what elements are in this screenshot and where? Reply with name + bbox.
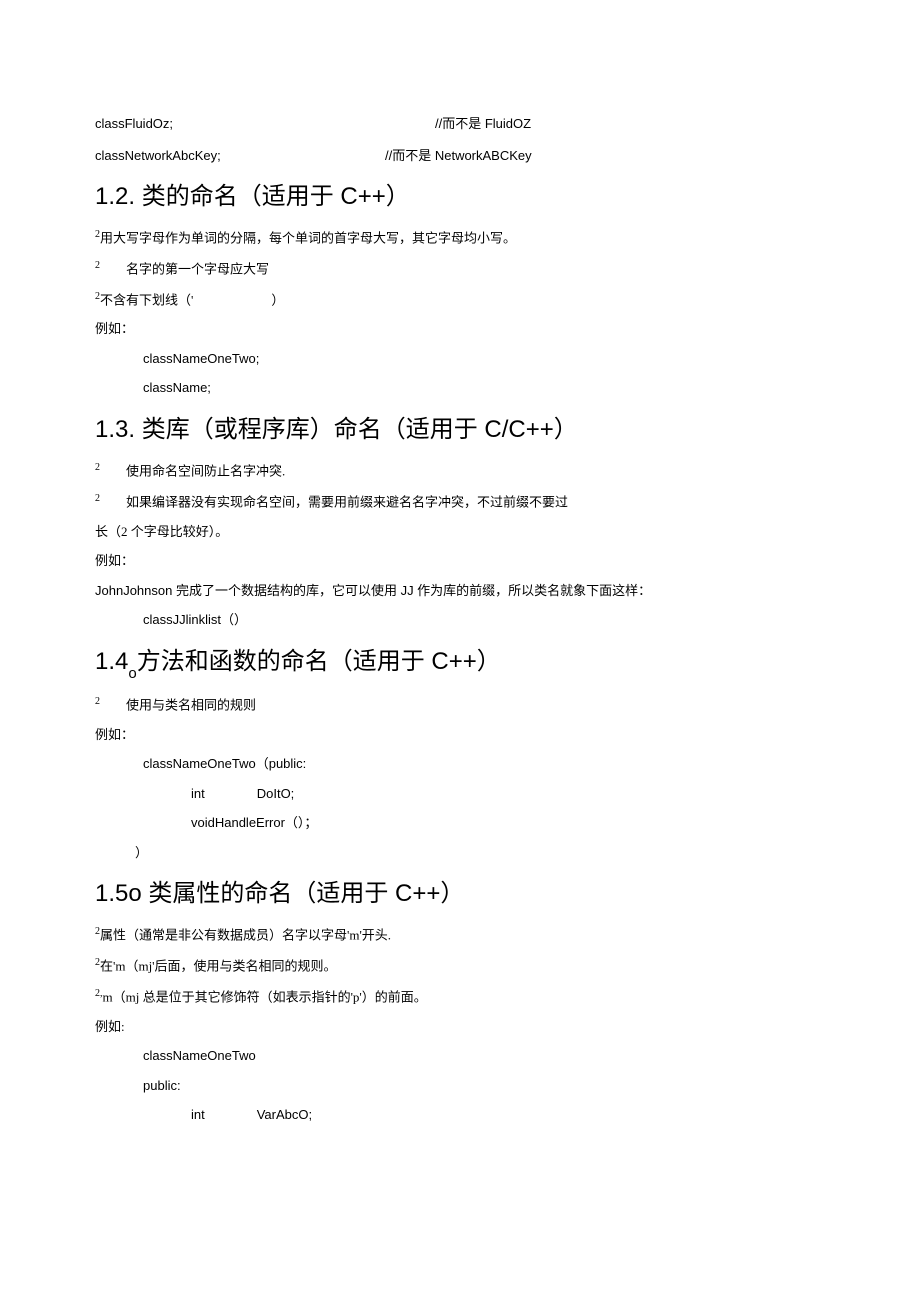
section-heading: 1.2. 类的命名（适用于 C++） bbox=[95, 179, 825, 215]
body-line: 2 如果编译器没有实现命名空间，需要用前缀来避名名字冲突，不过前缀不要过 bbox=[95, 491, 825, 512]
code-comment: //而不是 FluidOZ bbox=[435, 114, 531, 134]
code-line: voidHandleError（）； bbox=[95, 813, 825, 833]
code-line: classNameOneTwo bbox=[95, 1046, 825, 1066]
section-1-4: 1.4o方法和函数的命名（适用于 C++） 2 使用与类名相同的规则例如： cla… bbox=[95, 644, 825, 863]
line-text: 名字的第一个字母应大写 bbox=[100, 261, 269, 276]
line-text: 用大写字母作为单词的分隔，每个单词的首字母大写，其它字母均小写。 bbox=[100, 230, 516, 245]
code-line: classNameOneTwo; bbox=[95, 349, 825, 369]
heading-text: 类属性的命名（适用于 C++） bbox=[142, 880, 465, 907]
code-line: className; bbox=[95, 378, 825, 398]
line-text: m（mj 总是位于其它修饰符（如表示指针的'p'）的前面。 bbox=[103, 989, 427, 1004]
heading-text: 方法和函数的命名（适用于 C++） bbox=[137, 648, 501, 675]
code-line: int VarAbcO; bbox=[95, 1105, 825, 1125]
body-line: 例如： bbox=[95, 551, 825, 571]
section-1-5: 1.5o 类属性的命名（适用于 C++） 2属性（通常是非公有数据成员）名字以字… bbox=[95, 876, 825, 1124]
section-body: 2用大写字母作为单词的分隔，每个单词的首字母大写，其它字母均小写。 2 名字的第一… bbox=[95, 227, 825, 398]
line-text: 使用命名空间防止名字冲突. bbox=[100, 463, 285, 478]
footnote-marker: 2, bbox=[95, 988, 103, 999]
code-line: classJJlinklist（） bbox=[95, 610, 825, 630]
body-line: 2不含有下划线（' ） bbox=[95, 289, 825, 310]
code-row: classNetworkAbcKey; //而不是 NetworkABCKey bbox=[95, 146, 825, 166]
body-line: JohnJohnson 完成了一个数据结构的库，它可以使用 JJ 作为库的前缀，… bbox=[95, 581, 825, 601]
section-1-2: 1.2. 类的命名（适用于 C++） 2用大写字母作为单词的分隔，每个单词的首字… bbox=[95, 179, 825, 398]
code-comment: //而不是 NetworkABCKey bbox=[385, 146, 532, 166]
body-line: 例如： bbox=[95, 725, 825, 745]
line-text: 使用与类名相同的规则 bbox=[100, 697, 256, 712]
section-body: 2属性（通常是非公有数据成员）名字以字母'm'开头. 2在'm（mj'后面，使用与… bbox=[95, 924, 825, 1124]
heading-num: 1.4 bbox=[95, 648, 128, 675]
line-text: 如果编译器没有实现命名空间，需要用前缀来避名名字冲突，不过前缀不要过 bbox=[100, 494, 568, 509]
code-left: classFluidOz; bbox=[95, 114, 435, 134]
code-line: public: bbox=[95, 1076, 825, 1096]
body-line: 2用大写字母作为单词的分隔，每个单词的首字母大写，其它字母均小写。 bbox=[95, 227, 825, 248]
heading-sub: o bbox=[128, 665, 136, 682]
body-line: 2 使用与类名相同的规则 bbox=[95, 694, 825, 715]
top-code-block: classFluidOz; //而不是 FluidOZ classNetwork… bbox=[95, 114, 825, 165]
code-row: classFluidOz; //而不是 FluidOZ bbox=[95, 114, 825, 134]
heading-num: 1.5o bbox=[95, 880, 142, 907]
code-line: ） bbox=[95, 843, 825, 863]
code-left: classNetworkAbcKey; bbox=[95, 146, 385, 166]
line-text: 属性（通常是非公有数据成员）名字以字母'm'开头. bbox=[100, 928, 391, 943]
body-line: 例如: bbox=[95, 1017, 825, 1037]
body-line: 2属性（通常是非公有数据成员）名字以字母'm'开头. bbox=[95, 924, 825, 945]
section-body: 2 使用命名空间防止名字冲突. 2 如果编译器没有实现命名空间，需要用前缀来避名名… bbox=[95, 460, 825, 630]
body-line: 2在'm（mj'后面，使用与类名相同的规则。 bbox=[95, 955, 825, 976]
body-line: 2 名字的第一个字母应大写 bbox=[95, 258, 825, 279]
section-1-3: 1.3. 类库（或程序库）命名（适用于 C/C++） 2 使用命名空间防止名字冲… bbox=[95, 412, 825, 630]
body-line: 2 使用命名空间防止名字冲突. bbox=[95, 460, 825, 481]
line-text: 不含有下划线（' ） bbox=[100, 292, 284, 307]
body-line: 例如： bbox=[95, 319, 825, 339]
line-text: 在'm（mj'后面，使用与类名相同的规则。 bbox=[100, 958, 337, 973]
code-line: int DoItO; bbox=[95, 784, 825, 804]
code-line: classNameOneTwo（public: bbox=[95, 754, 825, 774]
section-heading: 1.5o 类属性的命名（适用于 C++） bbox=[95, 876, 825, 912]
section-body: 2 使用与类名相同的规则例如： classNameOneTwo（public: in… bbox=[95, 694, 825, 862]
section-heading: 1.3. 类库（或程序库）命名（适用于 C/C++） bbox=[95, 412, 825, 448]
body-line: 长（2 个字母比较好）。 bbox=[95, 522, 825, 542]
section-heading: 1.4o方法和函数的命名（适用于 C++） bbox=[95, 644, 825, 682]
body-line: 2,m（mj 总是位于其它修饰符（如表示指针的'p'）的前面。 bbox=[95, 986, 825, 1007]
